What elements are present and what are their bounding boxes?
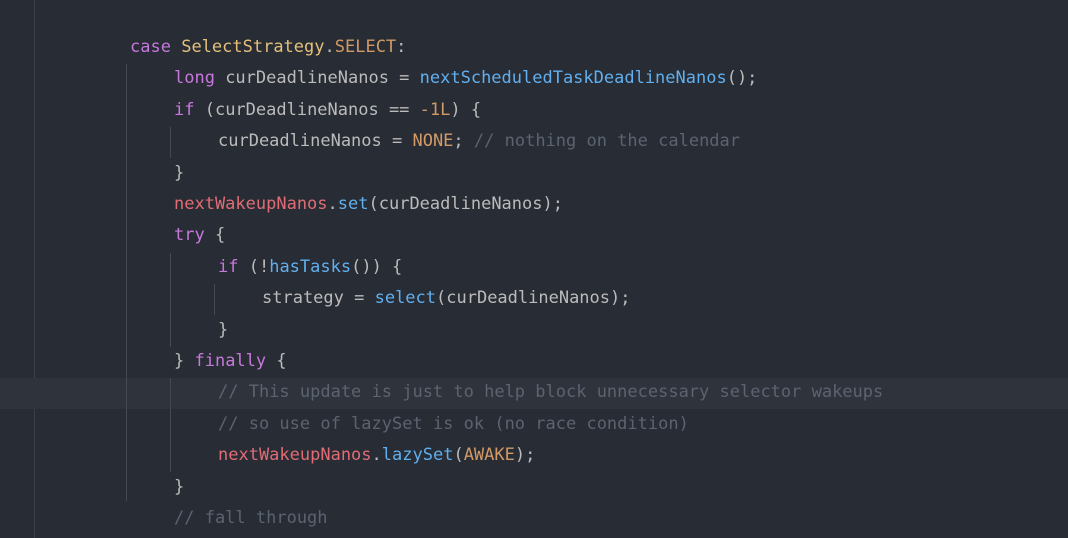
code-token: (! [238,256,270,277]
code-token: select [374,288,437,309]
code-token: set [337,194,369,214]
code-token: lazySet [381,445,454,466]
code-token: // nothing on the calendar [473,131,741,152]
code-line[interactable]: // fall through [174,503,328,534]
code-token: } [174,351,195,371]
code-line[interactable]: nextWakeupNanos.set(curDeadlineNanos); [174,189,563,220]
code-line[interactable]: if (curDeadlineNanos == -1L) { [174,95,481,126]
code-line[interactable]: curDeadlineNanos = NONE; // nothing on t… [218,126,740,157]
code-editor[interactable]: case SelectStrategy.SELECT: long curDeadl… [0,0,1068,538]
code-token: (curDeadlineNanos); [436,288,631,309]
code-token: NONE [412,131,454,152]
code-token: . [327,194,338,214]
gutter-divider [34,0,35,538]
code-token: ) { [450,99,482,120]
code-token: { [266,351,287,371]
code-token: // so use of lazySet is ok (no race cond… [218,413,689,434]
code-token: AWAKE [463,445,515,466]
code-token: (); [726,68,758,89]
code-token: nextWakeupNanos [174,194,328,214]
code-token: nextWakeupNanos [218,445,372,466]
code-token: // This update is just to help block unn… [218,382,884,403]
code-line[interactable]: if (!hasTasks()) { [218,252,402,283]
indent-guide [170,127,171,158]
indent-guide [170,253,171,347]
code-token: curDeadlineNanos = [214,68,420,89]
code-token: strategy = [262,288,375,309]
indent-guide [214,284,215,315]
code-line[interactable]: nextWakeupNanos.lazySet(AWAKE); [218,440,535,471]
code-token: finally [194,351,267,371]
code-token: ()) { [351,256,403,277]
indent-guide [170,378,171,472]
code-token: SelectStrategy [181,37,325,57]
code-token: SELECT [334,37,397,57]
code-token: hasTasks [269,256,352,277]
code-token: -1L [419,99,451,120]
code-token: ); [514,445,536,466]
code-line[interactable]: } [174,472,184,503]
code-token: try [174,225,205,246]
code-token: curDeadlineNanos = [218,131,413,152]
code-line[interactable]: case SelectStrategy.SELECT: [130,32,406,63]
code-token: } [218,319,229,340]
code-token: : [396,37,407,57]
code-token: . [371,445,382,466]
code-line[interactable]: strategy = select(curDeadlineNanos); [262,283,630,314]
code-token: if [174,99,195,120]
code-line[interactable]: // This update is just to help block unn… [218,377,883,408]
code-token: (curDeadlineNanos); [368,194,563,214]
code-token: { [204,225,226,246]
code-token: if [218,256,239,277]
code-token: nextScheduledTaskDeadlineNanos [419,68,727,89]
code-line[interactable]: long curDeadlineNanos = nextScheduledTas… [174,63,757,94]
code-token: case [130,37,171,57]
indent-guide [126,64,127,501]
code-line[interactable]: // so use of lazySet is ok (no race cond… [218,409,689,440]
code-line[interactable]: } [218,315,228,346]
code-token: } [174,162,185,183]
code-line[interactable]: } [174,158,184,189]
code-token: } [174,476,185,497]
code-token: ; [453,131,474,152]
code-token: ( [453,445,464,466]
code-line[interactable]: } finally { [174,346,287,377]
code-token: . [324,37,335,57]
code-token: // fall through [174,508,328,528]
code-token: (curDeadlineNanos == [194,99,420,120]
code-line[interactable]: try { [174,220,225,251]
code-token: long [174,68,215,89]
